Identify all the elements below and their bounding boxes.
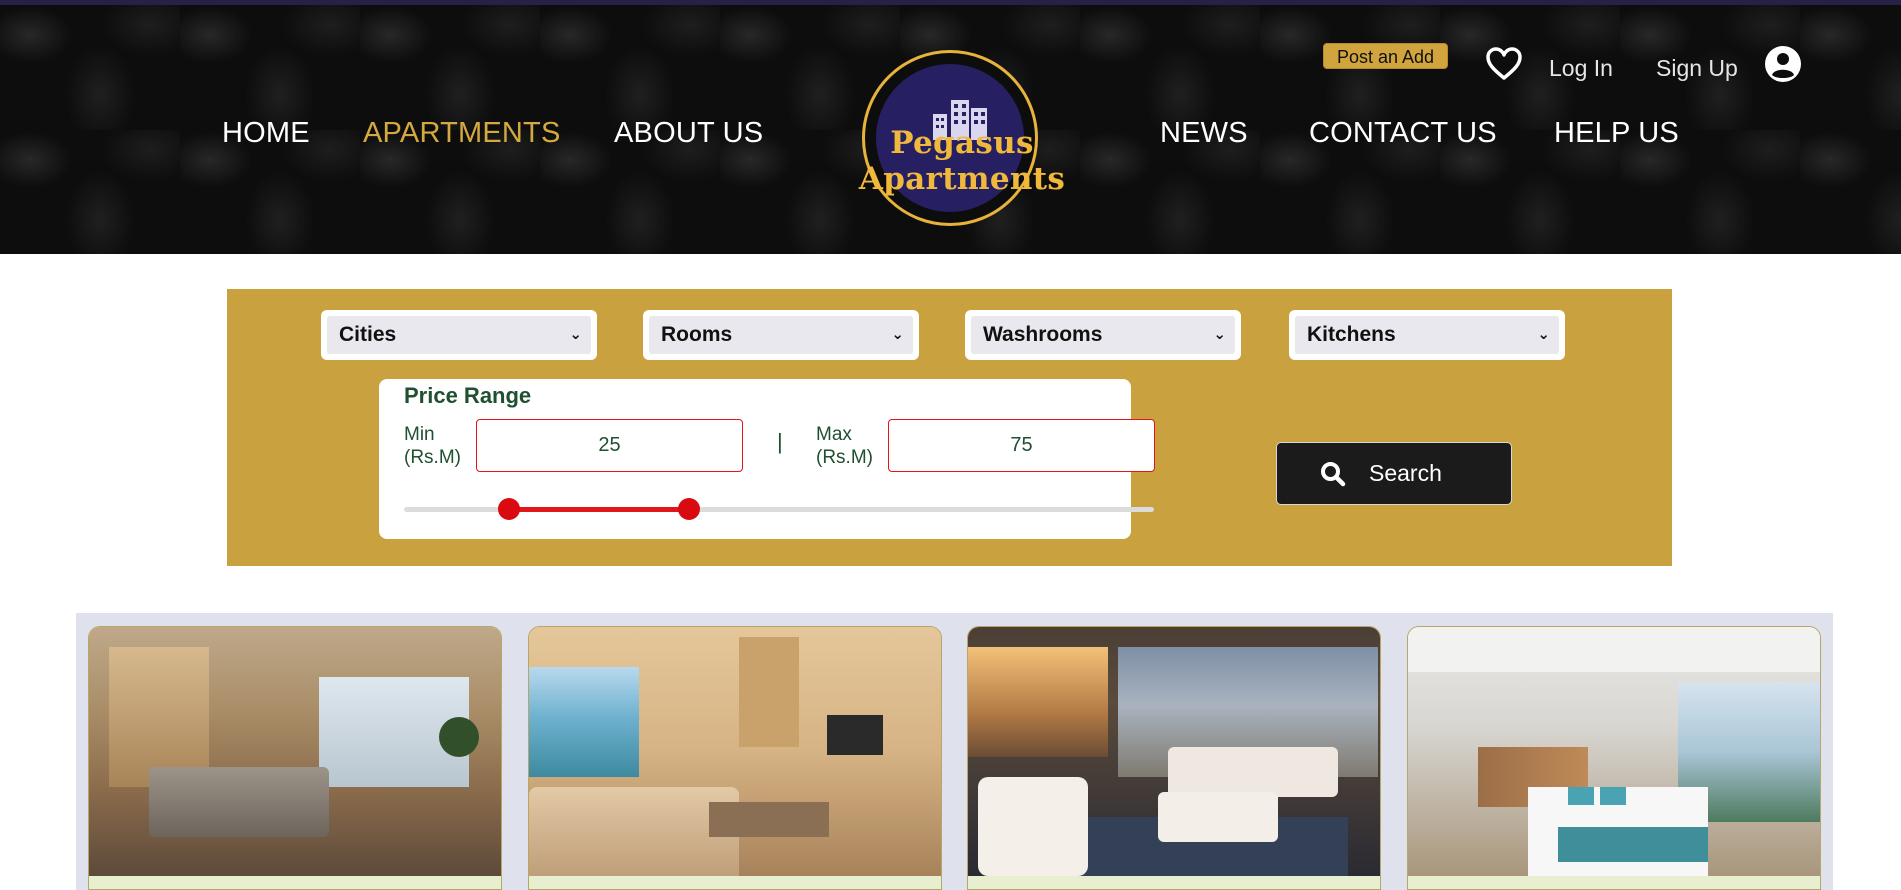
search-panel: Cities ⌄ Rooms ⌄ Washrooms ⌄ Kitchens ⌄ … <box>227 289 1672 566</box>
max-price-label: Max (Rs.M) <box>816 424 873 468</box>
kitchens-select[interactable]: Kitchens ⌄ <box>1289 310 1565 360</box>
nav-help-us[interactable]: HELP US <box>1554 117 1679 150</box>
listing-card[interactable] <box>88 626 502 890</box>
chevron-down-icon: ⌄ <box>1213 326 1226 343</box>
nav-contact-us[interactable]: CONTACT US <box>1309 117 1497 150</box>
min-price-label: Min (Rs.M) <box>404 424 461 468</box>
washrooms-select[interactable]: Washrooms ⌄ <box>965 310 1241 360</box>
price-range-title: Price Range <box>404 383 532 408</box>
listing-card-footer <box>89 876 501 889</box>
price-range-card: Price Range Min (Rs.M) 25 | Max (Rs.M) 7… <box>379 379 1155 539</box>
cities-select-value: Cities ⌄ <box>327 316 591 354</box>
washrooms-select-value: Washrooms ⌄ <box>971 316 1235 354</box>
listing-photo-living-room-sea-view <box>529 627 941 876</box>
rooms-select[interactable]: Rooms ⌄ <box>643 310 919 360</box>
rooms-select-label: Rooms <box>661 323 733 346</box>
heart-icon[interactable] <box>1485 47 1523 81</box>
site-header: HOME APARTMENTS ABOUT US Pegasus Apartme… <box>0 5 1901 254</box>
kitchens-select-label: Kitchens <box>1307 323 1396 346</box>
search-button-label: Search <box>1369 460 1442 486</box>
listing-card[interactable] <box>1407 626 1821 890</box>
post-add-button[interactable]: Post an Add <box>1323 43 1448 69</box>
washrooms-select-label: Washrooms <box>983 323 1103 346</box>
listing-photo-lounge-city-view <box>968 627 1380 876</box>
chevron-down-icon: ⌄ <box>569 326 582 343</box>
price-slider-max-handle[interactable] <box>678 498 700 520</box>
min-price-input[interactable]: 25 <box>476 419 743 472</box>
search-icon <box>1321 462 1346 487</box>
listing-photo-bedroom-city-view <box>89 627 501 876</box>
cities-select-label: Cities <box>339 323 397 346</box>
max-price-input[interactable]: 75 <box>888 419 1155 472</box>
chevron-down-icon: ⌄ <box>1537 326 1550 343</box>
listing-photo-bedroom-sea-view <box>1408 627 1820 876</box>
listing-card-footer <box>968 876 1380 889</box>
signup-link[interactable]: Sign Up <box>1656 55 1738 82</box>
logo-text[interactable]: Pegasus Apartments <box>804 125 1120 197</box>
listing-card[interactable] <box>528 626 942 890</box>
nav-about-us[interactable]: ABOUT US <box>614 117 763 150</box>
listing-card[interactable] <box>967 626 1381 890</box>
price-slider-min-handle[interactable] <box>498 498 520 520</box>
kitchens-select-value: Kitchens ⌄ <box>1295 316 1559 354</box>
nav-news[interactable]: NEWS <box>1160 117 1248 150</box>
search-button[interactable]: Search <box>1276 442 1512 505</box>
nav-home[interactable]: HOME <box>222 117 310 150</box>
chevron-down-icon: ⌄ <box>891 326 904 343</box>
nav-apartments[interactable]: APARTMENTS <box>363 117 561 150</box>
rooms-select-value: Rooms ⌄ <box>649 316 913 354</box>
user-icon[interactable] <box>1764 45 1802 83</box>
price-slider-range <box>509 507 689 512</box>
login-link[interactable]: Log In <box>1549 55 1613 82</box>
listing-card-footer <box>529 876 941 889</box>
price-separator: | <box>777 429 783 454</box>
cities-select[interactable]: Cities ⌄ <box>321 310 597 360</box>
listing-card-footer <box>1408 876 1820 889</box>
